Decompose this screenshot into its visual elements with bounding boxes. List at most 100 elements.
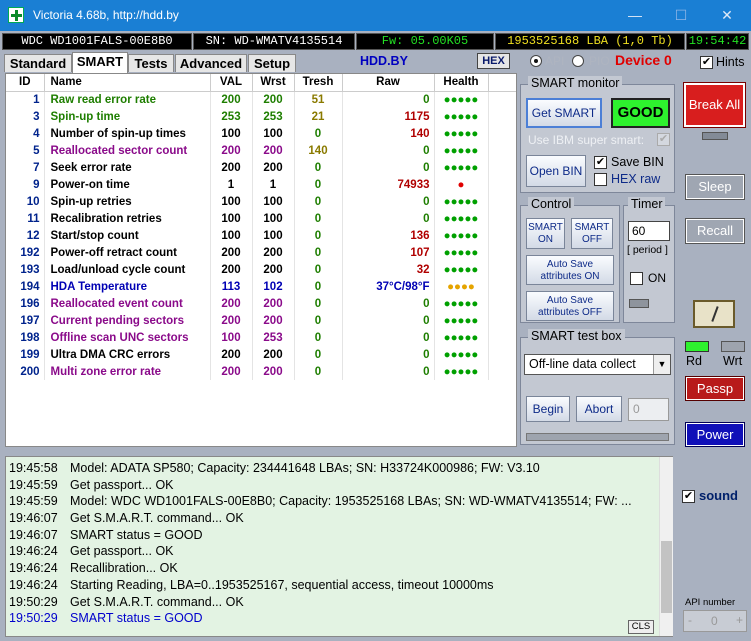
table-row[interactable]: 10 Spin-up retries 100 100 0 0 ●●●●● <box>6 193 516 210</box>
tab-tests[interactable]: Tests <box>128 54 174 72</box>
abort-button[interactable]: Abort <box>576 396 622 422</box>
log-line: 19:46:07 SMART status = GOOD <box>6 527 658 544</box>
attr-name: Spin-up retries <box>44 193 211 210</box>
get-smart-button[interactable]: Get SMART <box>526 98 602 128</box>
autosave-on-button[interactable]: Auto Save attributes ON <box>526 255 614 285</box>
row-filler <box>488 295 516 312</box>
row-filler <box>488 244 516 261</box>
row-filler <box>488 125 516 142</box>
table-row[interactable]: 9 Power-on time 1 1 0 74933 ● <box>6 176 516 193</box>
minimize-button[interactable]: — <box>612 0 658 31</box>
table-row[interactable]: 196 Reallocated event count 200 200 0 0 ●●●●● <box>6 295 516 312</box>
log-scrollbar-thumb[interactable] <box>661 541 672 613</box>
smart-off-button[interactable]: SMART OFF <box>571 218 613 249</box>
table-row[interactable]: 193 Load/unload cycle count 200 200 0 32 ●●●●● <box>6 261 516 278</box>
spinner-minus[interactable]: - <box>688 613 692 627</box>
table-row[interactable]: 7 Seek error rate 200 200 0 0 ●●●●● <box>6 159 516 176</box>
tab-advanced[interactable]: Advanced <box>175 54 247 72</box>
log-time: 19:46:24 <box>9 544 58 559</box>
attr-health: ●●●●● <box>434 142 489 159</box>
table-row[interactable]: 12 Start/stop count 100 100 0 136 ●●●●● <box>6 227 516 244</box>
log-time: 19:50:29 <box>9 594 58 609</box>
power-button[interactable]: Power <box>685 422 745 447</box>
table-row[interactable]: 199 Ultra DMA CRC errors 200 200 0 0 ●●●●● <box>6 346 516 363</box>
table-row[interactable]: 194 HDA Temperature 113 102 0 37°C/98°F ●●●● <box>6 278 516 295</box>
log-line: 19:46:24 Recallibration... OK <box>6 560 658 577</box>
attr-wrst: 100 <box>252 193 295 210</box>
table-row[interactable]: 4 Number of spin-up times 100 100 0 140 ●●●●● <box>6 125 516 142</box>
log-text: Get S.M.A.R.T. command... OK <box>70 594 244 609</box>
timer-title: Timer <box>628 197 666 211</box>
attr-wrst: 200 <box>252 312 295 329</box>
tab-smart[interactable]: SMART <box>72 52 128 73</box>
attr-wrst: 102 <box>252 278 295 295</box>
attr-tresh: 0 <box>294 278 343 295</box>
autosave-off-button[interactable]: Auto Save attributes OFF <box>526 291 614 321</box>
api-radio[interactable] <box>530 55 542 67</box>
attr-wrst: 253 <box>252 108 295 125</box>
wrt-label: Wrt <box>723 354 743 368</box>
passp-button[interactable]: Passp <box>685 376 745 401</box>
table-row[interactable]: 3 Spin-up time 253 253 21 1175 ●●●●● <box>6 108 516 125</box>
break-all-button[interactable]: Break All <box>683 82 746 128</box>
close-button[interactable]: ✕ <box>704 0 750 31</box>
log-text: Get passport... OK <box>70 477 174 492</box>
save-bin-checkbox[interactable]: ✔ <box>594 156 607 169</box>
window-title: Victoria 4.68b, http://hdd.by <box>33 8 179 22</box>
timer-on-label: ON <box>648 271 666 285</box>
attr-id: 1 <box>6 91 45 108</box>
attr-val: 100 <box>210 329 253 346</box>
hex-raw-checkbox[interactable] <box>594 173 607 186</box>
table-row[interactable]: 198 Offline scan UNC sectors 100 253 0 0 ●●●●● <box>6 329 516 346</box>
table-row[interactable]: 11 Recalibration retries 100 100 0 0 ●●●●● <box>6 210 516 227</box>
table-row[interactable]: 197 Current pending sectors 200 200 0 0 ●●●●● <box>6 312 516 329</box>
maximize-button[interactable]: ☐ <box>658 0 704 31</box>
pio-radio[interactable] <box>572 55 584 67</box>
test-type-select[interactable]: Off-line data collect ▼ <box>524 354 671 375</box>
col-health: Health <box>434 74 489 92</box>
cls-button[interactable]: CLS <box>628 620 654 634</box>
smart-on-button[interactable]: SMART ON <box>526 218 565 249</box>
open-bin-button[interactable]: Open BIN <box>526 155 586 187</box>
ibm-smart-checkbox[interactable]: ✔ <box>657 133 670 146</box>
attr-raw: 32 <box>342 261 435 278</box>
hex-button[interactable]: HEX <box>477 53 510 69</box>
log-scrollbar[interactable] <box>659 457 673 636</box>
sound-checkbox[interactable]: ✔ <box>682 490 695 503</box>
tab-setup[interactable]: Setup <box>248 54 296 72</box>
attr-raw: 0 <box>342 142 435 159</box>
log-text: Recallibration... OK <box>70 561 178 576</box>
attr-health: ●●●●● <box>434 159 489 176</box>
rd-label: Rd <box>686 354 702 368</box>
attr-tresh: 0 <box>294 227 343 244</box>
attr-val: 113 <box>210 278 253 295</box>
hints-checkbox[interactable]: ✔ <box>700 56 713 69</box>
row-filler <box>488 261 516 278</box>
attr-id: 199 <box>6 346 45 363</box>
begin-button[interactable]: Begin <box>526 396 570 422</box>
attr-name: Offline scan UNC sectors <box>44 329 211 346</box>
attr-name: Reallocated sector count <box>44 142 211 159</box>
log-line: 19:46:24 Starting Reading, LBA=0..1953525… <box>6 577 658 594</box>
timer-period-input[interactable]: 60 <box>628 221 670 241</box>
attr-health: ●●●●● <box>434 227 489 244</box>
api-number-label: API number <box>685 597 736 608</box>
attr-health: ●●●● <box>434 278 489 295</box>
attr-health: ●●●●● <box>434 210 489 227</box>
sleep-button[interactable]: Sleep <box>685 174 745 200</box>
attr-name: HDA Temperature <box>44 278 211 295</box>
timer-on-checkbox[interactable] <box>630 272 643 285</box>
table-row[interactable]: 192 Power-off retract count 200 200 0 107 ●●●●… <box>6 244 516 261</box>
attr-health: ●●●●● <box>434 244 489 261</box>
table-row[interactable]: 5 Reallocated sector count 200 200 140 0 ●●●●● <box>6 142 516 159</box>
attr-wrst: 1 <box>252 176 295 193</box>
table-row[interactable]: 1 Raw read error rate 200 200 51 0 ●●●●● <box>6 91 516 108</box>
spinner-plus[interactable]: + <box>736 613 743 627</box>
recall-button[interactable]: Recall <box>685 218 745 244</box>
hdd-by-link[interactable]: HDD.BY <box>360 54 408 68</box>
api-number-spinner[interactable]: - 0 + <box>683 610 747 632</box>
tab-standard[interactable]: Standard <box>4 54 72 72</box>
row-filler <box>488 312 516 329</box>
attr-wrst: 100 <box>252 210 295 227</box>
table-row[interactable]: 200 Multi zone error rate 200 200 0 0 ●●●●● <box>6 363 516 380</box>
